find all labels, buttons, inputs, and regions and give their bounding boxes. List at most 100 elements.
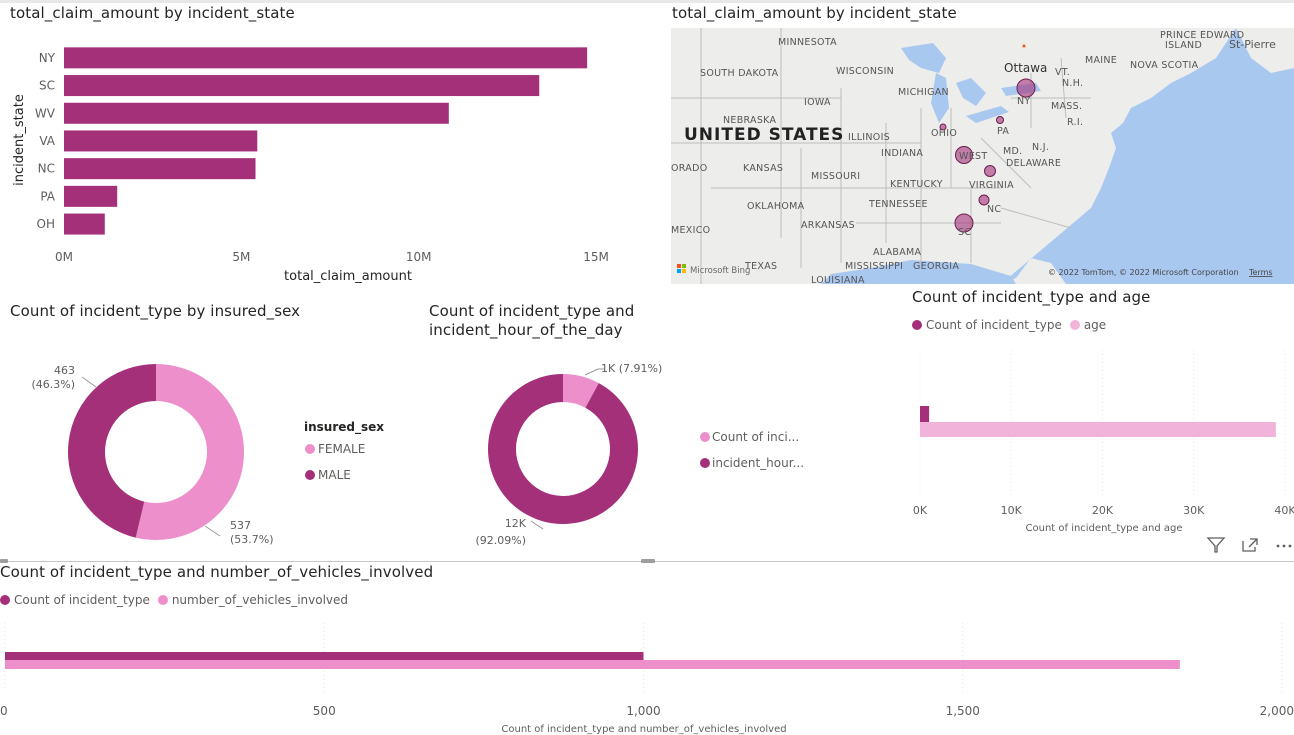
bar-vehicles-chart[interactable]: 0 500 1,000 1,500 2,000 Count of incident_typ… bbox=[0, 615, 1294, 735]
donut-sex-chart[interactable]: 463(46.3%) 537(53.7%) insured_sex FEMALE MAL… bbox=[0, 330, 420, 555]
map-label: Ottawa bbox=[1004, 61, 1047, 75]
resize-handle-center[interactable] bbox=[641, 559, 655, 563]
x-tick-label: 30K bbox=[1183, 504, 1205, 517]
map-copyright: © 2022 TomTom, © 2022 Microsoft Corporat… bbox=[1048, 268, 1239, 277]
map-label: MISSOURI bbox=[811, 171, 860, 182]
x-tick-label: 15M bbox=[583, 250, 609, 264]
bar-wv[interactable] bbox=[64, 102, 449, 124]
legend-label-male[interactable]: MALE bbox=[318, 468, 351, 482]
legend-dot-female bbox=[305, 444, 315, 454]
map-label: ARKANSAS bbox=[801, 220, 855, 231]
map-label: KANSAS bbox=[743, 163, 783, 174]
map-label: DELAWARE bbox=[1006, 158, 1061, 169]
map-label: OHIO bbox=[931, 128, 957, 139]
x-tick-label: 0K bbox=[913, 504, 928, 517]
filter-icon[interactable] bbox=[1206, 536, 1226, 554]
legend-dot-age bbox=[1069, 320, 1080, 330]
x-tick-label: 500 bbox=[313, 704, 336, 718]
category-label-va: VA bbox=[39, 134, 55, 148]
map-label: INDIANA bbox=[881, 148, 923, 159]
data-label-small: 1K (7.91%) bbox=[601, 362, 662, 375]
bar-age-chart[interactable]: 0K 10K 20K 30K 40K Count of incident_type and… bbox=[900, 340, 1294, 540]
map-visual[interactable]: MINNESOTA SOUTH DAKOTA WISCONSIN MICHIGAN IO… bbox=[671, 28, 1294, 284]
bar-pa[interactable] bbox=[64, 185, 118, 207]
bubble-va[interactable] bbox=[984, 165, 996, 177]
x-tick-label: 5M bbox=[232, 250, 250, 264]
map-label: MEXICO bbox=[671, 225, 710, 236]
legend-label-count[interactable]: Count of inci... bbox=[712, 430, 799, 444]
map-title: total_claim_amount by incident_state bbox=[672, 4, 957, 22]
category-label-nc: NC bbox=[38, 162, 55, 176]
bar-number-of-vehicles[interactable] bbox=[5, 660, 1180, 669]
bar-state-title: total_claim_amount by incident_state bbox=[10, 4, 295, 22]
data-label-female-pct: (53.7%) bbox=[230, 533, 274, 546]
map-label: MAINE bbox=[1085, 55, 1117, 66]
map-label: R.I. bbox=[1067, 117, 1083, 128]
map-bing-label: Microsoft Bing bbox=[690, 266, 750, 276]
legend-dot-count bbox=[912, 320, 922, 330]
legend-label-hour[interactable]: incident_hour... bbox=[712, 456, 804, 470]
data-label-large-pct: (92.09%) bbox=[475, 534, 526, 547]
x-tick-label: 2,000 bbox=[1260, 704, 1294, 718]
legend-label-vehicles[interactable]: number_of_vehicles_involved bbox=[172, 593, 348, 607]
map-label: TENNESSEE bbox=[868, 199, 928, 210]
map-country-label: UNITED STATES bbox=[684, 125, 844, 145]
bar-count-incident-type[interactable] bbox=[5, 652, 644, 660]
map-label: PA bbox=[997, 126, 1009, 137]
legend-label-age[interactable]: age bbox=[1084, 318, 1106, 332]
data-label-female-value: 537 bbox=[230, 519, 251, 532]
category-label-pa: PA bbox=[40, 189, 55, 203]
legend-dot-count bbox=[700, 432, 710, 442]
slice-hour[interactable] bbox=[488, 374, 638, 524]
map-label: ILLINOIS bbox=[848, 132, 890, 143]
leader-line-male bbox=[81, 376, 97, 388]
more-options-icon[interactable] bbox=[1274, 536, 1294, 554]
x-tick-label: 10K bbox=[1001, 504, 1023, 517]
map-canvas[interactable]: MINNESOTA SOUTH DAKOTA WISCONSIN MICHIGAN IO… bbox=[671, 28, 1294, 284]
bar-oh[interactable] bbox=[64, 213, 105, 235]
map-label: WEST bbox=[959, 151, 987, 162]
x-tick-label: 0M bbox=[55, 250, 73, 264]
map-label: OKLAHOMA bbox=[747, 201, 805, 212]
bubble-pa[interactable] bbox=[996, 116, 1004, 124]
map-label: MISSISSIPPI bbox=[845, 261, 903, 272]
leader-line-large bbox=[530, 520, 544, 530]
bar-va[interactable] bbox=[64, 130, 258, 152]
bubble-ny[interactable] bbox=[1016, 78, 1036, 98]
legend-label-count[interactable]: Count of incident_type bbox=[14, 593, 150, 607]
map-label: VIRGINIA bbox=[969, 180, 1014, 191]
capital-dot bbox=[1022, 44, 1026, 48]
data-label-male-pct: (46.3%) bbox=[31, 378, 75, 391]
x-tick-label: 0 bbox=[0, 704, 8, 718]
bar-count-incident-type[interactable] bbox=[920, 406, 930, 422]
focus-mode-icon[interactable] bbox=[1240, 536, 1260, 554]
map-label: KENTUCKY bbox=[890, 179, 943, 190]
legend-label-count[interactable]: Count of incident_type bbox=[926, 318, 1062, 332]
bar-ny[interactable] bbox=[64, 47, 588, 69]
category-label-ny: NY bbox=[39, 51, 56, 65]
bar-nc[interactable] bbox=[64, 158, 256, 180]
bar-age-title: Count of incident_type and age bbox=[912, 288, 1151, 306]
bar-sc[interactable] bbox=[64, 75, 540, 97]
bar-vehicles-legend: Count of incident_type number_of_vehicle… bbox=[0, 593, 348, 607]
legend-dot-vehicles bbox=[157, 595, 168, 605]
legend-label-female[interactable]: FEMALE bbox=[318, 442, 365, 456]
category-label-sc: SC bbox=[39, 79, 55, 93]
x-axis-title: Count of incident_type and number_of_veh… bbox=[501, 724, 786, 735]
map-label: MD. bbox=[1003, 146, 1022, 157]
bar-state-chart[interactable]: NY SC WV VA NC PA OH 0M 5M 10M 15M total_claim_amou… bbox=[0, 28, 640, 290]
map-terms-link[interactable]: Terms bbox=[1248, 268, 1273, 277]
map-label: VT. bbox=[1055, 67, 1070, 78]
bar-vehicles-title: Count of incident_type and number_of_veh… bbox=[0, 563, 434, 581]
map-label: ISLAND bbox=[1165, 40, 1202, 51]
map-label: LOUISIANA bbox=[811, 275, 865, 284]
legend-dot-male bbox=[305, 470, 315, 480]
map-label: NOVA SCOTIA bbox=[1130, 60, 1199, 71]
donut-hour-chart[interactable]: 1K (7.91%) 12K (92.09%) Count of inci... inc… bbox=[420, 345, 840, 555]
top-border bbox=[0, 0, 1294, 3]
x-axis-title: Count of incident_type and age bbox=[1026, 523, 1183, 534]
visual-toolbar bbox=[1206, 536, 1294, 554]
bar-age[interactable] bbox=[920, 422, 1276, 437]
map-label: SOUTH DAKOTA bbox=[700, 68, 779, 79]
category-label-oh: OH bbox=[37, 217, 55, 231]
